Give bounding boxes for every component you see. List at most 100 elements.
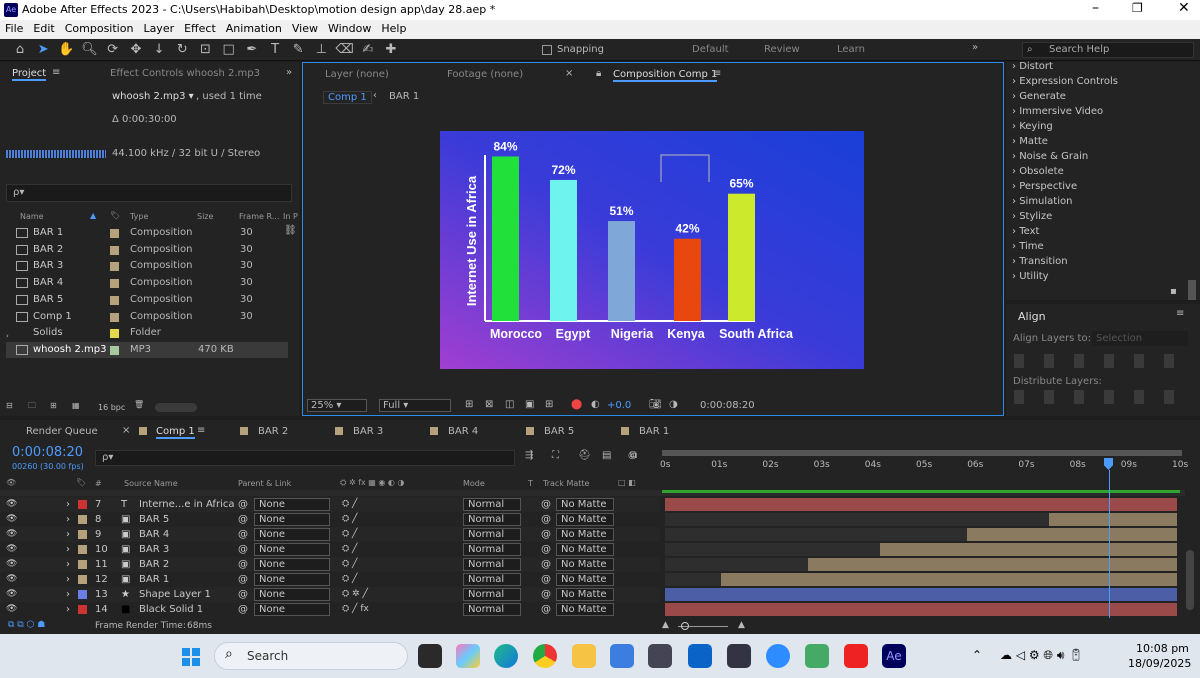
expand-chevron-icon[interactable]: › <box>66 497 70 512</box>
layer-label-swatch[interactable] <box>78 590 87 599</box>
clock-date[interactable]: 18/09/2025 <box>1128 657 1191 670</box>
project-item[interactable]: BAR 3 Composition 30 <box>6 258 288 274</box>
comp1-tab-menu-icon[interactable]: ≡ <box>197 425 205 436</box>
channel-icon[interactable]: ⬤ <box>571 399 582 410</box>
layer-switches-icons[interactable]: ⛭ ╱ <box>342 527 357 542</box>
task-view-icon[interactable] <box>418 644 442 668</box>
layer-tab[interactable]: Layer (none) <box>325 69 389 80</box>
expand-chevron-icon[interactable]: › <box>66 557 70 572</box>
col-type[interactable]: Type <box>130 212 148 221</box>
pickwhip-icon[interactable]: @ <box>238 587 248 602</box>
matte-pickwhip-icon[interactable]: @ <box>541 497 551 512</box>
menu-edit[interactable]: Edit <box>28 20 59 37</box>
col-track-matte[interactable]: Track Matte <box>543 479 589 488</box>
effect-category[interactable]: › Distort <box>1006 59 1200 74</box>
effect-controls-tab[interactable]: Effect Controls whoosh 2.mp3 <box>110 68 260 79</box>
matte-pickwhip-icon[interactable]: @ <box>541 512 551 527</box>
home-icon[interactable]: ⌂ <box>10 40 30 60</box>
layer-switches-icons[interactable]: ⛭ ╱ <box>342 497 357 512</box>
workspaces-overflow-icon[interactable]: » <box>972 42 978 53</box>
layer-source-name[interactable]: BAR 4 <box>139 527 169 542</box>
project-tab[interactable]: Project <box>12 68 47 81</box>
label-swatch[interactable] <box>110 245 119 255</box>
tray-chevron-icon[interactable]: ⌃ <box>972 648 982 662</box>
effect-category[interactable]: › Obsolete <box>1006 164 1200 179</box>
col-in-point[interactable]: In P <box>283 212 298 221</box>
bar2-timeline-tab[interactable]: BAR 2 <box>258 426 288 437</box>
timeline-layer-row[interactable]: 👁︎ › 11 ▣ BAR 2 @ None ⛭ ╱ Normal @ No Matte <box>0 557 660 572</box>
bar3-timeline-tab[interactable]: BAR 3 <box>353 426 383 437</box>
layer-duration-bar[interactable] <box>665 588 1177 601</box>
composition-canvas[interactable]: Internet Use in Africa 84% Morocco 72% Egyp… <box>440 131 864 369</box>
eraser-tool-icon[interactable]: ⌫ <box>335 40 355 60</box>
effect-category[interactable]: › Utility <box>1006 269 1200 284</box>
pickwhip-icon[interactable]: @ <box>238 572 248 587</box>
matte-pickwhip-icon[interactable]: @ <box>541 527 551 542</box>
project-item[interactable]: BAR 2 Composition 30 <box>6 242 288 258</box>
project-item[interactable]: BAR 4 Composition 30 <box>6 275 288 291</box>
clone-stamp-tool-icon[interactable]: ⊥ <box>311 40 331 60</box>
track-matte-dropdown[interactable]: No Matte <box>556 558 614 571</box>
visibility-eye-icon[interactable]: 👁︎ <box>6 512 17 527</box>
menu-effect[interactable]: Effect <box>179 20 221 37</box>
col-name[interactable]: Name <box>20 212 44 221</box>
shy-layers-icon[interactable]: ⛑ <box>578 450 591 461</box>
project-item[interactable]: BAR 1 Composition 30 <box>6 225 288 241</box>
flowchart-icon[interactable]: ⛓ <box>284 225 297 236</box>
effect-category[interactable]: › Noise & Grain <box>1006 149 1200 164</box>
expand-chevron-icon[interactable]: › <box>66 587 70 602</box>
workspace-learn[interactable]: Learn <box>837 44 865 55</box>
graph-editor-icon[interactable]: ⧉ <box>630 450 637 461</box>
track-matte-dropdown[interactable]: No Matte <box>556 498 614 511</box>
composition-tab[interactable]: Composition Comp 1 <box>613 69 718 82</box>
snapping-checkbox[interactable] <box>542 45 552 55</box>
blend-mode-dropdown[interactable]: Normal <box>463 513 521 526</box>
panel-menu-icon[interactable]: ≡ <box>52 67 60 78</box>
menu-view[interactable]: View <box>287 20 323 37</box>
time-ruler[interactable]: 0s 01s 02s 03s 04s 05s 06s 07s 08s 09s 10s <box>660 448 1188 474</box>
close-icon[interactable]: ✕ <box>1178 0 1190 16</box>
maximize-icon[interactable]: ❐ <box>1132 1 1143 15</box>
track-matte-dropdown[interactable]: No Matte <box>556 513 614 526</box>
timeline-layer-row[interactable]: 👁︎ › 12 ▣ BAR 1 @ None ⛭ ╱ Normal @ No Matte <box>0 572 660 587</box>
brush-tool-icon[interactable]: ✎ <box>288 40 308 60</box>
expand-chevron-icon[interactable]: › <box>66 512 70 527</box>
bar1-timeline-tab[interactable]: BAR 1 <box>639 426 669 437</box>
layer-source-name[interactable]: BAR 3 <box>139 542 169 557</box>
fast-preview-icon[interactable]: ⊞ <box>465 399 473 410</box>
mask-visibility-icon[interactable]: ◫ <box>505 399 514 410</box>
draft-3d-icon[interactable]: ⛶ <box>552 450 559 461</box>
bpc-label[interactable]: 16 bpc <box>98 403 125 412</box>
zoom-in-icon[interactable]: ▲ <box>738 620 745 630</box>
align-menu-icon[interactable]: ≡ <box>1176 308 1184 319</box>
layer-source-name[interactable]: Interne...e in Africa <box>139 497 234 512</box>
layer-source-name[interactable]: BAR 2 <box>139 557 169 572</box>
panel-overflow-icon[interactable]: » <box>286 67 292 78</box>
resolution-dropdown[interactable]: Full ▾ <box>379 399 451 412</box>
layer-search-input[interactable]: ρ▾ <box>95 450 515 466</box>
timeline-layer-row[interactable]: 👁︎ › 14 ■ Black Solid 1 @ None ⛭ ╱ fx Normal @ No … <box>0 602 660 617</box>
col-size[interactable]: Size <box>197 212 213 221</box>
toggle-switches-icon[interactable]: ⧉ ⧉ ⬡ ☗ <box>8 620 45 630</box>
project-settings-icon[interactable]: ▦ <box>72 401 80 410</box>
menu-file[interactable]: File <box>0 20 28 37</box>
layer-source-name[interactable]: BAR 1 <box>139 572 169 587</box>
after-effects-taskbar-icon[interactable]: Ae <box>882 644 906 668</box>
windows-start-icon[interactable] <box>182 648 200 666</box>
work-area-bar[interactable] <box>662 450 1182 456</box>
effects-pin-icon[interactable]: ▪ <box>1170 286 1177 297</box>
clock-time[interactable]: 10:08 pm <box>1136 642 1189 655</box>
parent-dropdown[interactable]: None <box>254 603 330 616</box>
timeline-layer-row[interactable]: 👁︎ › 7 T Interne...e in Africa @ None ⛭ ╱ Normal… <box>0 497 660 512</box>
layer-label-swatch[interactable] <box>78 545 87 554</box>
visibility-eye-icon[interactable]: 👁︎ <box>6 542 17 557</box>
distribute-buttons[interactable] <box>1014 390 1190 404</box>
pan-behind-tool-icon[interactable]: ⊡ <box>196 40 216 60</box>
workspace-default[interactable]: Default <box>692 44 729 55</box>
store-icon[interactable] <box>610 644 634 668</box>
effect-category[interactable]: › Simulation <box>1006 194 1200 209</box>
col-mode[interactable]: Mode <box>463 479 485 488</box>
package-icon[interactable] <box>648 644 672 668</box>
effect-category[interactable]: › Time <box>1006 239 1200 254</box>
parent-dropdown[interactable]: None <box>254 498 330 511</box>
